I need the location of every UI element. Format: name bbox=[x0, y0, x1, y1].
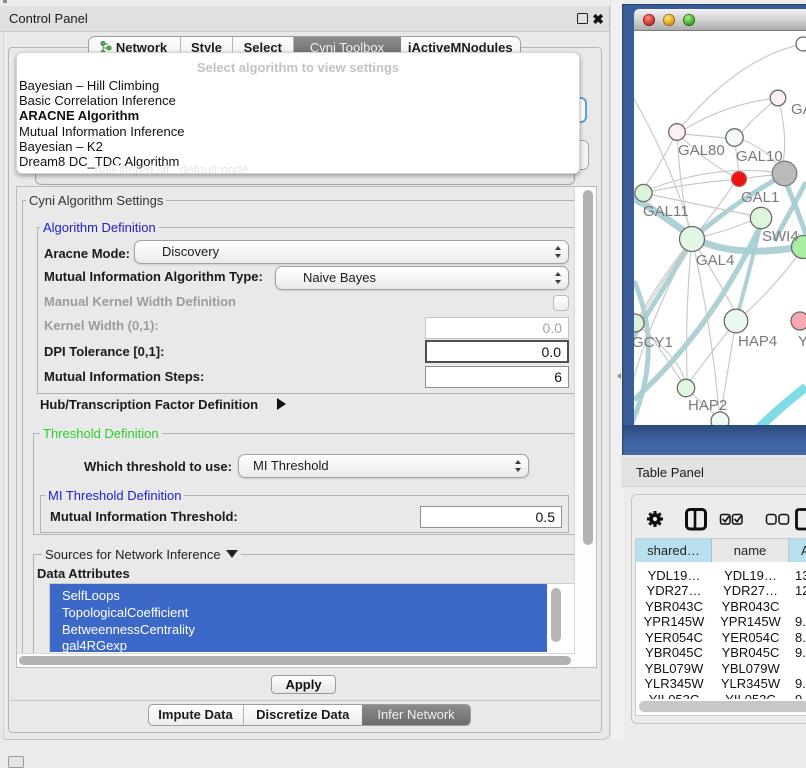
svg-text:GAL10: GAL10 bbox=[736, 148, 783, 165]
svg-text:HAP4: HAP4 bbox=[738, 333, 777, 350]
svg-text:GCY1: GCY1 bbox=[632, 334, 673, 351]
svg-text:HAP2: HAP2 bbox=[688, 397, 727, 414]
svg-text:GAL4: GAL4 bbox=[696, 252, 734, 269]
svg-text:GAL1: GAL1 bbox=[741, 189, 779, 206]
svg-text:GAL80: GAL80 bbox=[678, 142, 725, 159]
svg-text:GAL11: GAL11 bbox=[643, 203, 689, 220]
svg-text:Y: Y bbox=[798, 333, 806, 350]
svg-text:GAL2: GAL2 bbox=[791, 101, 806, 118]
svg-text:SWI4: SWI4 bbox=[762, 228, 799, 245]
